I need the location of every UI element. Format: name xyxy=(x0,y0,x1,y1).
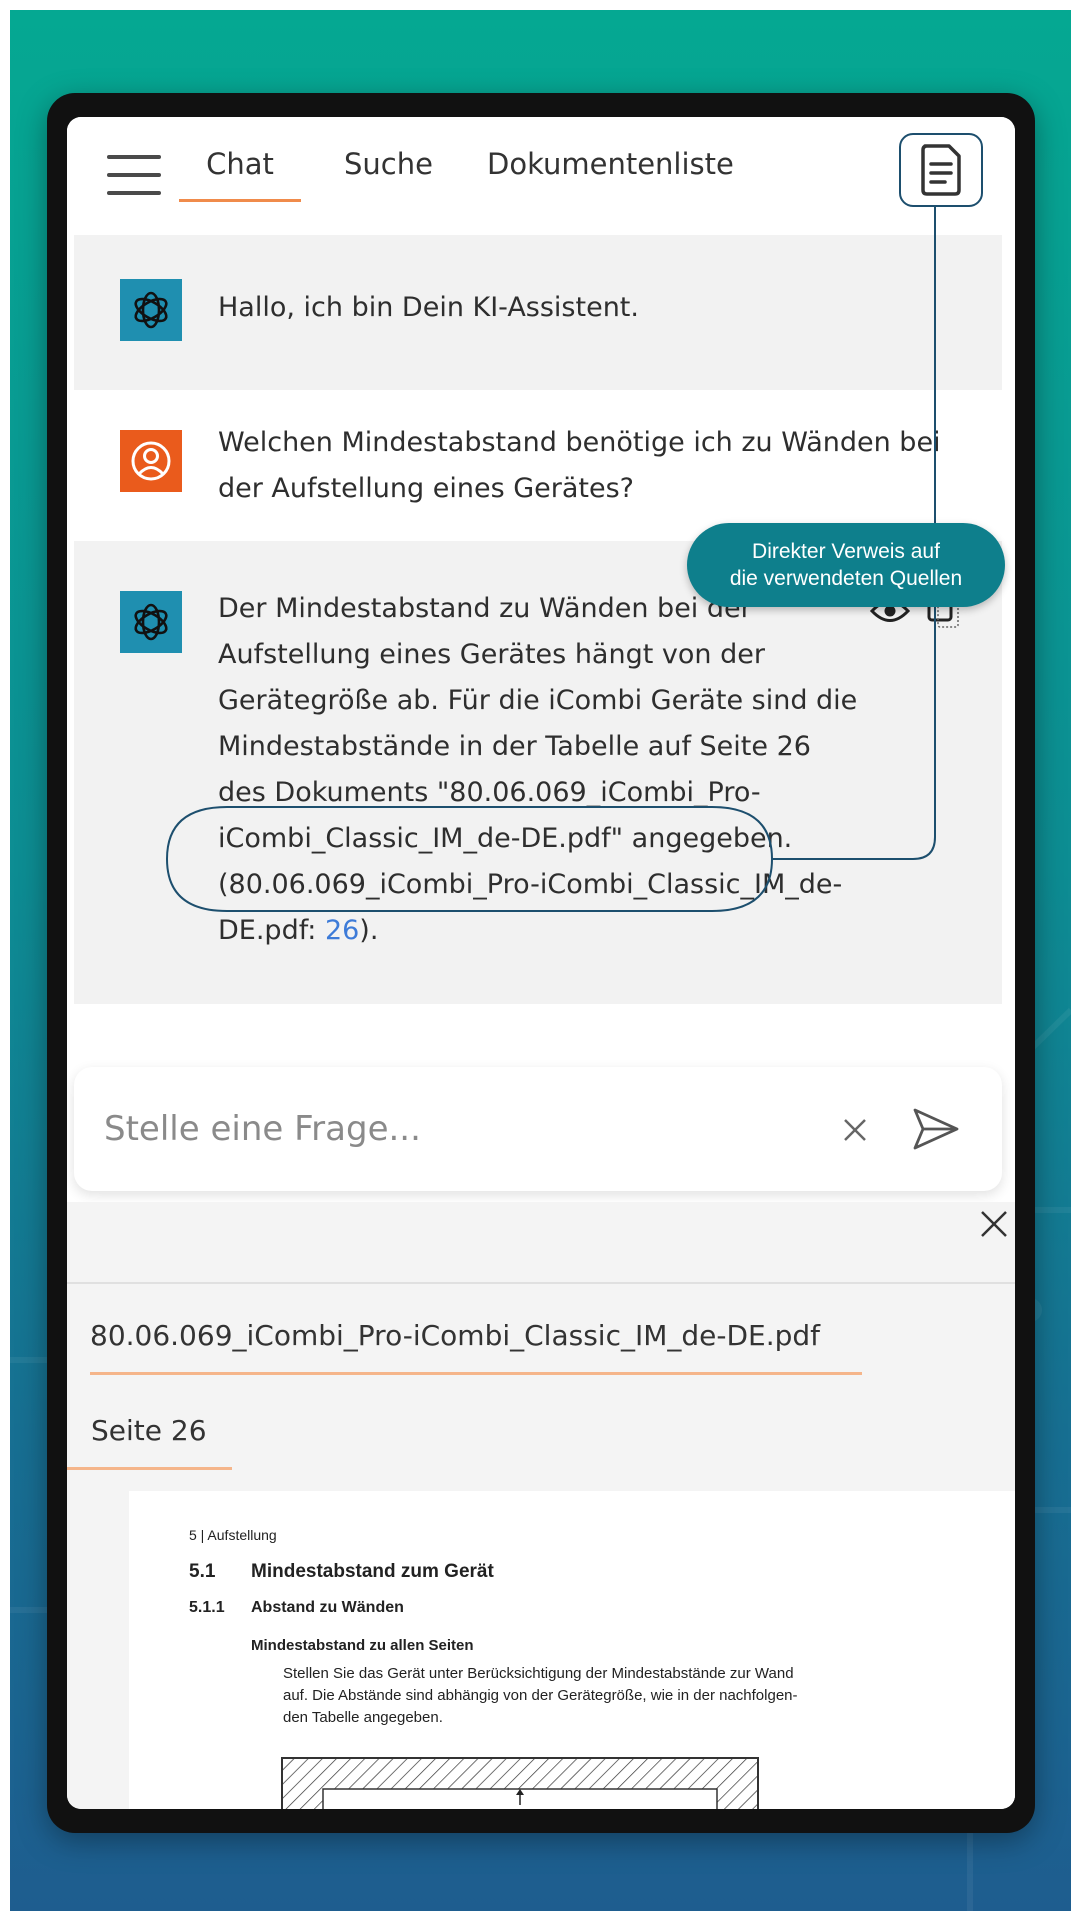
wall-distance-diagram xyxy=(281,1757,759,1809)
close-icon[interactable] xyxy=(977,1207,1011,1241)
document-tab[interactable]: 80.06.069_iCombi_Pro-iCombi_Classic_IM_d… xyxy=(90,1319,862,1375)
preview-h3-title: Mindestabstand zu allen Seiten xyxy=(251,1637,474,1654)
tooltip-line: die verwendeten Quellen xyxy=(729,567,963,590)
panel-divider xyxy=(67,1282,1015,1284)
preview-body-line: Stellen Sie das Gerät unter Berücksichti… xyxy=(283,1665,794,1682)
page-tab[interactable]: Seite 26 xyxy=(67,1414,232,1470)
preview-h1-title: Mindestabstand zum Gerät xyxy=(251,1561,494,1582)
preview-h2-title: Abstand zu Wänden xyxy=(251,1599,404,1616)
tooltip-line: Direkter Verweis auf xyxy=(752,540,940,563)
question-input[interactable] xyxy=(104,1101,804,1157)
page-preview: 5 | Aufstellung 5.1 Mindestabstand zum G… xyxy=(129,1491,1015,1809)
source-reference-tooltip: Direkter Verweis auf die verwendeten Que… xyxy=(687,523,1005,607)
question-input-bar xyxy=(74,1067,1002,1191)
send-icon[interactable] xyxy=(912,1107,960,1151)
preview-body-line: den Tabelle angegeben. xyxy=(283,1709,443,1726)
preview-h1-number: 5.1 xyxy=(189,1561,216,1582)
app-screen: Chat Suche Dokumentenliste Hallo, ich bi… xyxy=(67,117,1015,1809)
preview-body: Stellen Sie das Gerät unter Berücksichti… xyxy=(283,1663,798,1729)
preview-body-line: auf. Die Abstände sind abhängig von der … xyxy=(283,1687,798,1704)
preview-h2-number: 5.1.1 xyxy=(189,1599,225,1616)
clear-icon[interactable] xyxy=(842,1117,868,1143)
preview-section-header: 5 | Aufstellung xyxy=(189,1527,277,1543)
